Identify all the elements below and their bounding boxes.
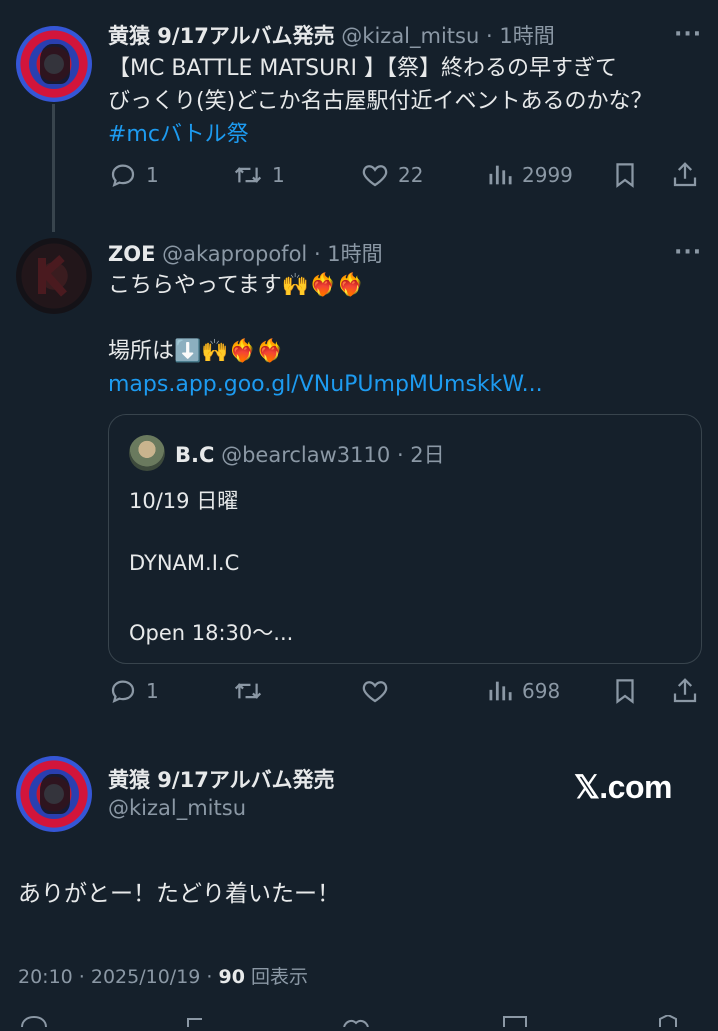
- tweet1-display-name[interactable]: 黄猿 9/17アルバム発売: [108, 24, 335, 48]
- repost-button[interactable]: [232, 676, 272, 706]
- views-icon: [489, 681, 512, 701]
- repost-icon: [234, 167, 262, 183]
- like-count: 22: [398, 163, 424, 187]
- share-button[interactable]: [670, 676, 700, 706]
- repost-button[interactable]: 1: [232, 160, 285, 190]
- quote-line1: 10/19 日曜: [129, 489, 239, 513]
- share-icon: [673, 678, 697, 703]
- views-button[interactable]: 698: [486, 676, 560, 706]
- main-display-name[interactable]: 黄猿 9/17アルバム発売: [108, 764, 335, 794]
- share-button[interactable]: [670, 160, 700, 190]
- x-brand-logo: 𝕏.com: [574, 769, 672, 805]
- share-icon: [673, 162, 697, 187]
- like-icon: [362, 681, 388, 703]
- quote-time: · 2日: [396, 443, 445, 467]
- avatar-kizal-main[interactable]: [16, 756, 92, 832]
- views-button[interactable]: 2999: [486, 160, 573, 190]
- avatar-kizal[interactable]: [16, 26, 92, 102]
- quote-display-name: B.C: [175, 443, 215, 467]
- reply-icon: [111, 680, 135, 704]
- bookmark-icon: [616, 163, 634, 188]
- tweet1-handle[interactable]: @kizal_mitsu: [341, 24, 479, 48]
- main-tweet-meta: 20:10 · 2025/10/19 · 90 回表示: [18, 962, 308, 989]
- tweet1-line1: 【MC BATTLE MATSURI 】【祭】終わるの早すぎて: [108, 56, 618, 81]
- views-count: 698: [522, 679, 561, 703]
- repost-count: 1: [272, 163, 285, 187]
- reply-button[interactable]: 1: [108, 160, 159, 190]
- reply-icon: [21, 1015, 47, 1028]
- main-tweet-views-count: 90: [218, 966, 245, 988]
- tweet2-actions: 1 698: [108, 676, 700, 712]
- tweet1-hashtag[interactable]: #mcバトル祭: [108, 118, 249, 151]
- like-icon: [362, 165, 388, 187]
- quote-tweet[interactable]: B.C @bearclaw3110 · 2日 10/19 日曜 DYNAM.I.…: [108, 414, 702, 664]
- main-tweet-text: ありがとー！たどり着いたー！: [18, 881, 340, 907]
- like-button[interactable]: [360, 676, 398, 706]
- tweet2-line2: 場所は⬇️🙌❤️‍🔥❤️‍🔥: [108, 339, 284, 364]
- tweet1-actions: 1 1 22 2999: [108, 160, 700, 196]
- reply-count: 1: [146, 163, 159, 187]
- thread-line: [52, 104, 55, 232]
- like-button[interactable]: 22: [360, 160, 423, 190]
- bookmark-icon: [616, 679, 634, 704]
- quote-line3: Open 18:30〜...: [129, 621, 294, 645]
- quote-handle: @bearclaw3110: [221, 443, 391, 467]
- repost-icon: [234, 683, 262, 699]
- repost-icon: [187, 1018, 202, 1027]
- tweet2-link[interactable]: maps.app.goo.gl/VNuPUmpMUmskkW...: [108, 368, 543, 401]
- share-icon: [659, 1013, 677, 1027]
- tweet1-header: 黄猿 9/17アルバム発売 @kizal_mitsu · 1時間: [108, 20, 555, 50]
- reply-count: 1: [146, 679, 159, 703]
- main-tweet-actions-partial: [0, 1012, 718, 1028]
- tweet2-line1: こちらやってます🙌❤️‍🔥❤️‍🔥: [108, 273, 364, 298]
- main-handle[interactable]: @kizal_mitsu: [108, 796, 246, 820]
- quote-line2: DYNAM.I.C: [129, 551, 240, 575]
- bookmark-icon: [503, 1016, 527, 1027]
- zoe-logo-icon: [38, 255, 67, 297]
- main-tweet-views-label: 回表示: [244, 966, 309, 988]
- main-tweet-time[interactable]: 20:10 · 2025/10/19 ·: [18, 966, 219, 988]
- avatar-zoe[interactable]: [16, 238, 92, 314]
- bookmark-button[interactable]: [610, 160, 640, 190]
- quote-avatar[interactable]: [129, 435, 165, 471]
- quote-header: B.C @bearclaw3110 · 2日: [175, 439, 445, 469]
- views-count: 2999: [522, 163, 573, 187]
- tweet2-handle[interactable]: @akapropofol: [162, 242, 307, 266]
- reply-button[interactable]: 1: [108, 676, 159, 706]
- tweet2-time[interactable]: · 1時間: [314, 242, 383, 266]
- tweet1-more-icon[interactable]: ···: [674, 22, 702, 47]
- views-icon: [489, 165, 512, 185]
- tweet2-more-icon[interactable]: ···: [674, 240, 702, 265]
- reply-icon: [111, 164, 135, 188]
- tweet2-header: ZOE @akapropofol · 1時間: [108, 238, 383, 268]
- tweet2-display-name[interactable]: ZOE: [108, 242, 155, 266]
- tweet1-line2: びっくり(笑)どこか名古屋駅付近イベントあるのかな？: [108, 89, 653, 114]
- tweet1-time[interactable]: · 1時間: [486, 24, 555, 48]
- bookmark-button[interactable]: [610, 676, 640, 706]
